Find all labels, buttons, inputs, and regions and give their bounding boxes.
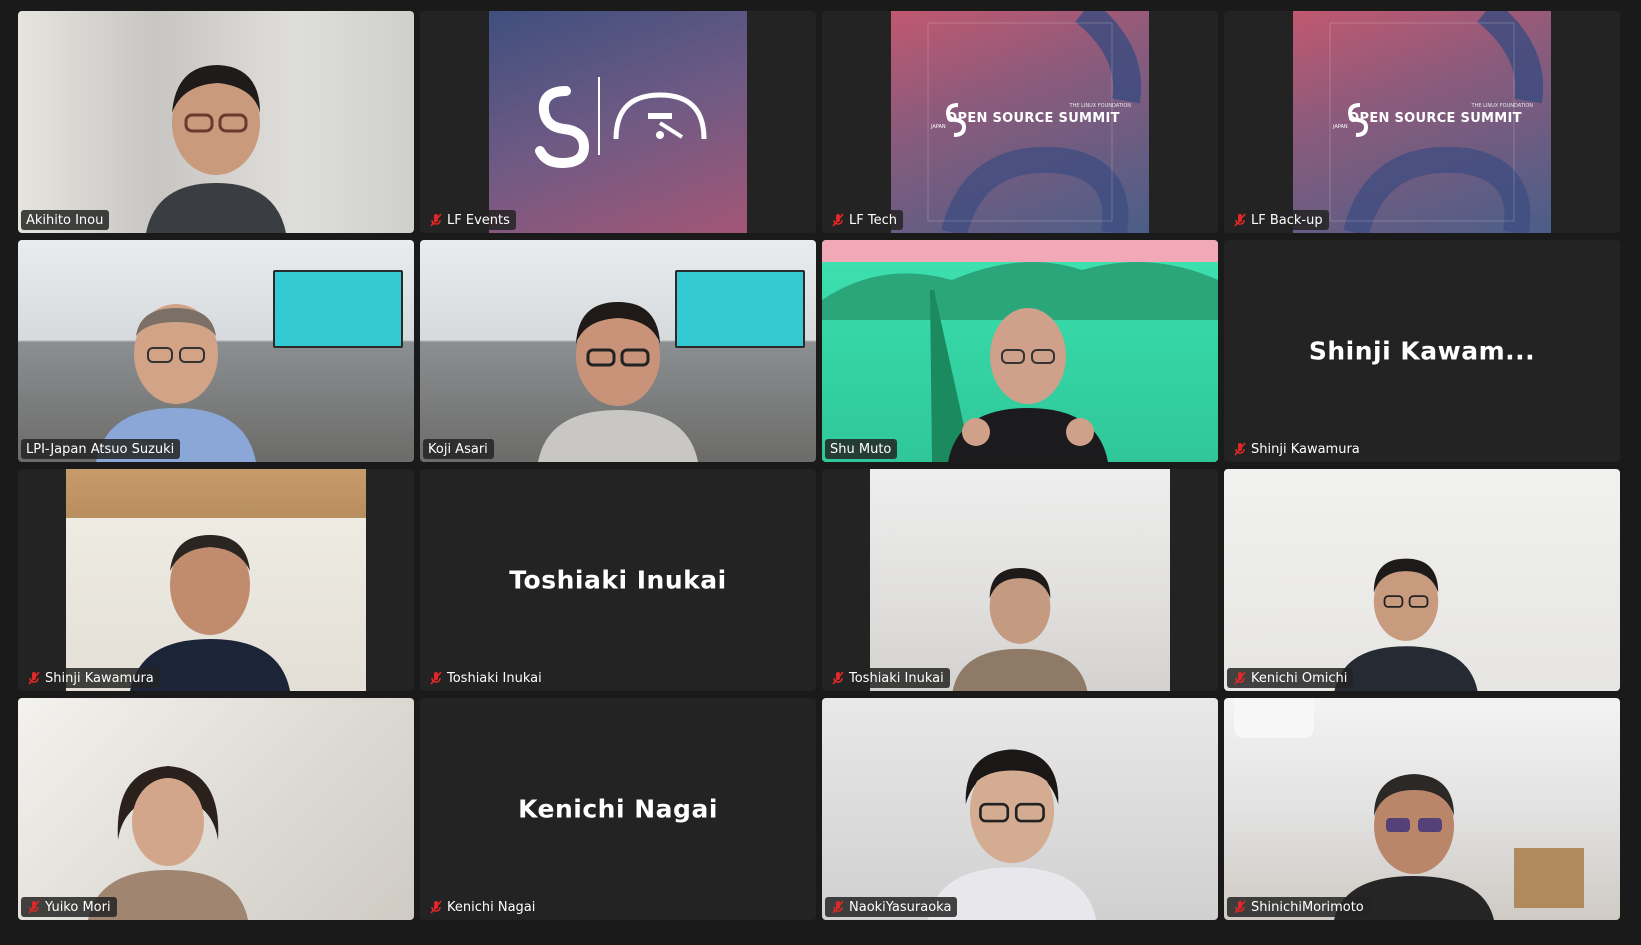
participant-name-tag: Toshiaki Inukai xyxy=(825,668,950,688)
participant-name: Kenichi Nagai xyxy=(447,899,536,915)
person-silhouette xyxy=(927,749,1097,920)
participant-tile[interactable]: Shinji Kawamura xyxy=(18,469,414,691)
participant-tile[interactable]: Akihito Inou xyxy=(18,11,414,233)
participant-tile[interactable]: Kenichi Omichi xyxy=(1224,469,1620,691)
participant-tile[interactable]: THE LINUX FOUNDATION OPEN SOURCE SUMMIT … xyxy=(1224,11,1620,233)
participant-name-tag: LPI-Japan Atsuo Suzuki xyxy=(21,439,181,459)
participant-video xyxy=(822,240,1218,462)
muted-mic-icon xyxy=(428,212,444,228)
person-silhouette xyxy=(947,308,1108,462)
participant-video xyxy=(18,698,414,920)
participant-tile[interactable]: NaokiYasuraoka xyxy=(822,698,1218,920)
participant-name: Shinji Kawamura xyxy=(45,670,154,686)
oss-title-text: OPEN SOURCE SUMMIT xyxy=(1348,111,1522,126)
person-silhouette xyxy=(1334,558,1478,691)
oss-foundation-text: THE LINUX FOUNDATION xyxy=(1069,103,1131,109)
participant-tile-active-speaker[interactable]: Shu Muto xyxy=(822,240,1218,462)
participant-name-tag: LF Tech xyxy=(825,210,903,230)
participant-tile[interactable]: THE LINUX FOUNDATION OPEN SOURCE SUMMIT … xyxy=(822,11,1218,233)
participant-name-tag: Yuiko Mori xyxy=(21,897,117,917)
participant-video: THE LINUX FOUNDATION OPEN SOURCE SUMMIT … xyxy=(891,11,1149,233)
participant-name: ShinichiMorimoto xyxy=(1251,899,1364,915)
participant-name: Shinji Kawamura xyxy=(1251,441,1360,457)
participant-name: Koji Asari xyxy=(428,441,488,457)
participant-name-tag: Kenichi Omichi xyxy=(1227,668,1354,688)
participant-name-tag: Kenichi Nagai xyxy=(423,897,542,917)
video-gallery: Akihito Inou LF Events THE LINUX FOUNDAT… xyxy=(18,11,1620,923)
person-silhouette xyxy=(96,304,257,462)
oss-region-text: JAPAN xyxy=(1333,124,1348,130)
participant-name: LPI-Japan Atsuo Suzuki xyxy=(26,441,175,457)
participant-name: Yuiko Mori xyxy=(45,899,111,915)
person-silhouette xyxy=(952,568,1088,691)
participant-tile[interactable]: Koji Asari xyxy=(420,240,816,462)
muted-mic-icon xyxy=(830,670,846,686)
person-silhouette xyxy=(130,535,290,691)
muted-mic-icon xyxy=(26,670,42,686)
participant-name-tag: LF Back-up xyxy=(1227,210,1329,230)
participant-video xyxy=(18,240,414,462)
lf-events-logo xyxy=(535,77,707,169)
oss-title-text: OPEN SOURCE SUMMIT xyxy=(946,111,1120,126)
muted-mic-icon xyxy=(26,899,42,915)
participant-tile[interactable]: Yuiko Mori xyxy=(18,698,414,920)
air-conditioner xyxy=(1234,698,1314,738)
muted-mic-icon xyxy=(1232,212,1248,228)
participant-tile[interactable]: Kenichi Nagai Kenichi Nagai xyxy=(420,698,816,920)
participant-name: NaokiYasuraoka xyxy=(849,899,952,915)
participant-video xyxy=(1224,469,1620,691)
participant-video xyxy=(420,240,816,462)
participant-name: Shu Muto xyxy=(830,441,892,457)
person-silhouette xyxy=(538,302,698,462)
participant-name-tag: LF Events xyxy=(423,210,516,230)
cardboard-box xyxy=(1514,848,1584,908)
participant-name-tag: ShinichiMorimoto xyxy=(1227,897,1370,917)
participant-tile[interactable]: LPI-Japan Atsuo Suzuki xyxy=(18,240,414,462)
participant-name-tag: Toshiaki Inukai xyxy=(423,668,548,688)
muted-mic-icon xyxy=(1232,899,1248,915)
oss-region-text: JAPAN xyxy=(931,124,946,130)
oss-foundation-text: THE LINUX FOUNDATION xyxy=(1471,103,1533,109)
muted-mic-icon xyxy=(1232,441,1248,457)
person-silhouette xyxy=(88,766,249,920)
participant-name: LF Events xyxy=(447,212,510,228)
participant-name-tag: Koji Asari xyxy=(423,439,494,459)
participant-name-tag: Shinji Kawamura xyxy=(21,668,160,688)
participant-video xyxy=(822,698,1218,920)
participant-tile[interactable]: Shinji Kawam... Shinji Kawamura xyxy=(1224,240,1620,462)
person-silhouette xyxy=(146,65,286,233)
participant-display-name: Shinji Kawam... xyxy=(1308,336,1536,366)
participant-video: THE LINUX FOUNDATION OPEN SOURCE SUMMIT … xyxy=(1293,11,1551,233)
participant-name-tag: Shinji Kawamura xyxy=(1227,439,1366,459)
participant-tile[interactable]: LF Events xyxy=(420,11,816,233)
participant-name-tag: Shu Muto xyxy=(825,439,898,459)
participant-name: Akihito Inou xyxy=(26,212,104,228)
participant-tile[interactable]: ShinichiMorimoto xyxy=(1224,698,1620,920)
participant-display-name: Toshiaki Inukai xyxy=(509,565,727,595)
office-screen xyxy=(273,270,403,348)
participant-tile[interactable]: Toshiaki Inukai Toshiaki Inukai xyxy=(420,469,816,691)
participant-name: Kenichi Omichi xyxy=(1251,670,1348,686)
participant-name-tag: NaokiYasuraoka xyxy=(825,897,958,917)
participant-name: LF Tech xyxy=(849,212,897,228)
participant-video xyxy=(18,11,414,233)
participant-name: Toshiaki Inukai xyxy=(447,670,542,686)
person-silhouette xyxy=(1334,774,1495,920)
participant-video xyxy=(870,469,1170,691)
participant-video xyxy=(1224,698,1620,920)
participant-name: Toshiaki Inukai xyxy=(849,670,944,686)
participant-name: LF Back-up xyxy=(1251,212,1323,228)
muted-mic-icon xyxy=(428,899,444,915)
participant-display-name: Kenichi Nagai xyxy=(518,794,718,824)
participant-tile[interactable]: Toshiaki Inukai xyxy=(822,469,1218,691)
muted-mic-icon xyxy=(830,899,846,915)
muted-mic-icon xyxy=(1232,670,1248,686)
muted-mic-icon xyxy=(428,670,444,686)
participant-video xyxy=(489,11,747,233)
muted-mic-icon xyxy=(830,212,846,228)
participant-video xyxy=(66,469,366,691)
participant-name-tag: Akihito Inou xyxy=(21,210,110,230)
